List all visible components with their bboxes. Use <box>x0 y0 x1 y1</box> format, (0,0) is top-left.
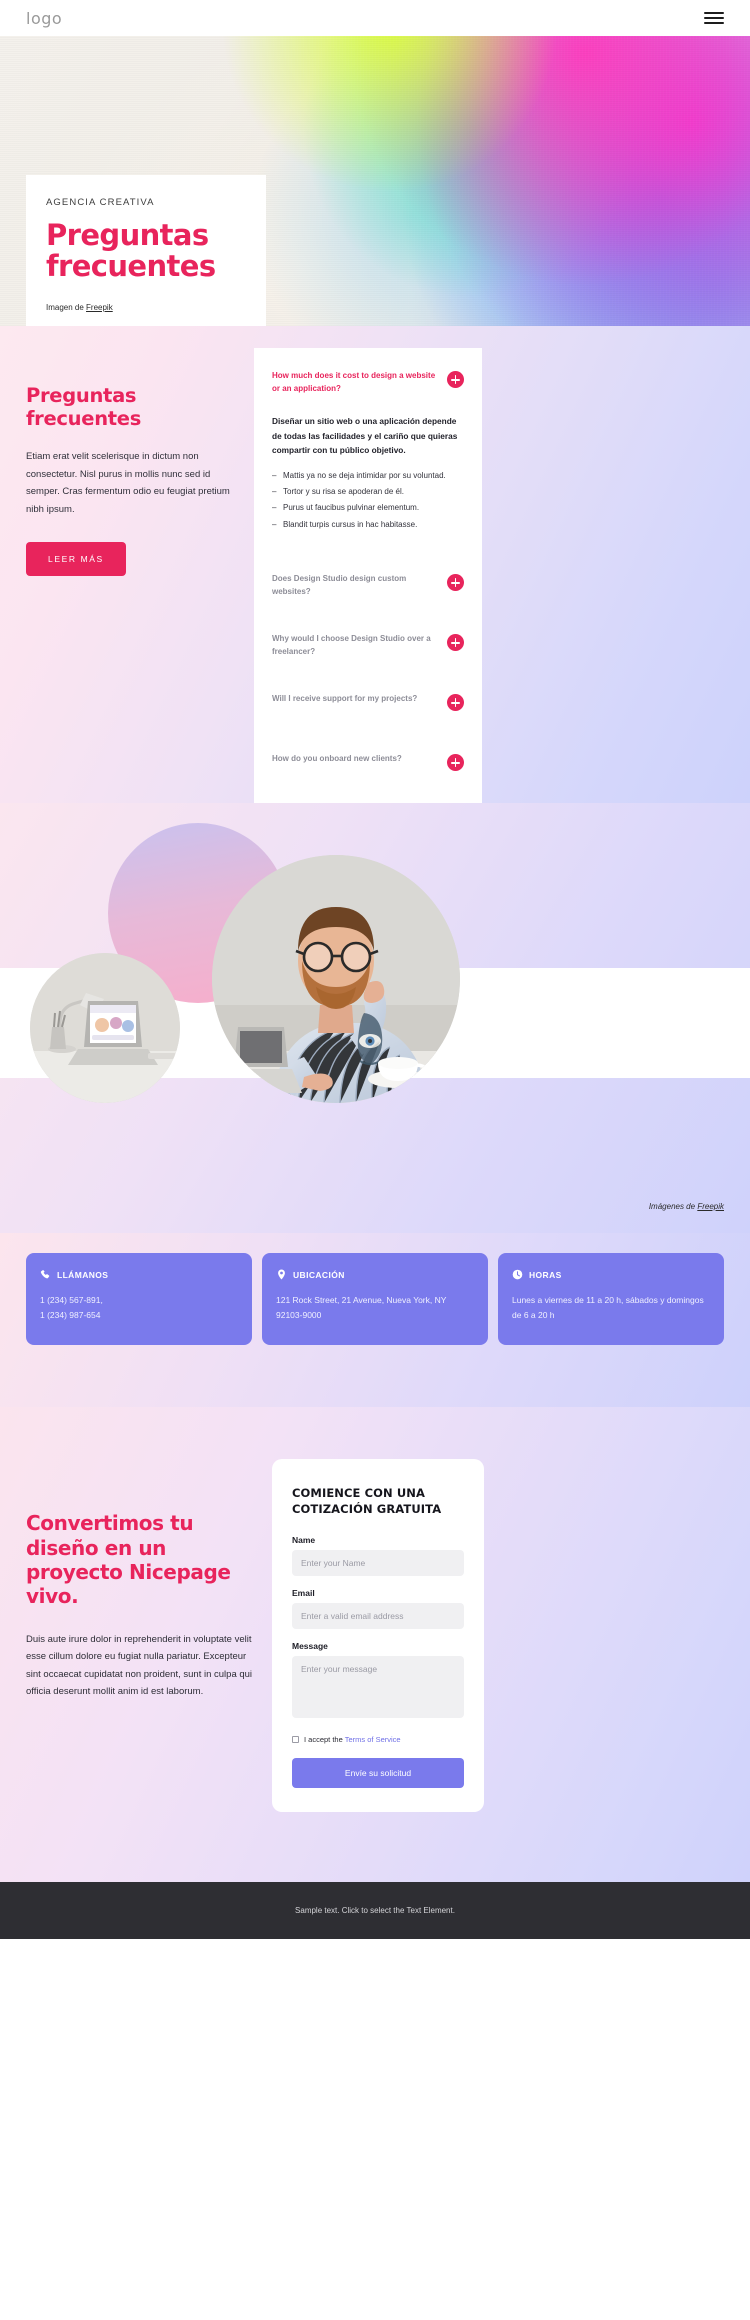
faq-toggle-plus-icon-4[interactable] <box>447 754 464 772</box>
faq-toggle-plus-icon-3[interactable] <box>447 694 464 712</box>
faq-bullet: Purus ut faucibus pulvinar elementum. <box>272 502 464 515</box>
photo-man-illustration <box>212 855 460 1104</box>
faq-divider <box>272 659 464 693</box>
hamburger-bar <box>704 22 724 24</box>
hamburger-menu-icon[interactable] <box>704 9 724 27</box>
faq-item-3[interactable]: Will I receive support for my projects? <box>272 693 464 719</box>
email-field-label: Email <box>292 1588 315 1599</box>
footer-text: Sample text. Click to select the Text El… <box>295 1906 455 1916</box>
hero-section: AGENCIA CREATIVA Preguntas frecuentes Im… <box>0 36 750 326</box>
faq-answer-lead-0: Diseñar un sitio web o una aplicación de… <box>272 416 458 456</box>
faq-section: Preguntas frecuentes Etiam erat velit sc… <box>0 326 750 804</box>
hamburger-bar <box>704 12 724 14</box>
message-textarea[interactable] <box>292 1656 464 1719</box>
site-footer: Sample text. Click to select the Text El… <box>0 1882 750 1940</box>
faq-question-2: Why would I choose Design Studio over a … <box>272 634 431 656</box>
hero-eyebrow: AGENCIA CREATIVA <box>46 197 155 209</box>
faq-item-0[interactable]: How much does it cost to design a websit… <box>272 370 464 539</box>
faq-question-row-2[interactable]: Why would I choose Design Studio over a … <box>272 633 464 659</box>
terms-of-service-link[interactable]: Terms of Service <box>345 1735 401 1744</box>
hero-credit-prefix: Imagen de <box>46 303 87 312</box>
faq-bullet: Tortor y su risa se apoderan de él. <box>272 486 464 499</box>
faq-divider <box>272 719 464 753</box>
contact-card-hours: HORAS Lunes a viernes de 11 a 20 h, sába… <box>498 1253 724 1346</box>
photos-credit-prefix: Imágenes de <box>648 1202 698 1212</box>
page-title: Preguntas frecuentes <box>46 220 246 281</box>
terms-prefix: I accept the <box>304 1735 345 1745</box>
hero-image-credit: Imagen de Freepik <box>46 303 246 312</box>
faq-item-4[interactable]: How do you onboard new clients? <box>272 753 464 779</box>
hero-title-line-1: Preguntas <box>46 218 209 253</box>
cta-paragraph: Duis aute irure dolor in reprehenderit i… <box>26 1633 253 1698</box>
hero-title-card: AGENCIA CREATIVA Preguntas frecuentes Im… <box>26 175 266 326</box>
faq-answer-bullets-0: Mattis ya no se deja intimidar por su vo… <box>272 470 464 532</box>
faq-heading: Preguntas frecuentes <box>26 384 142 430</box>
photos-section: Imágenes de Freepik <box>0 803 750 1234</box>
photos-credit: Imágenes de Freepik <box>649 1202 724 1211</box>
hamburger-bar <box>704 17 724 19</box>
cta-text-column: Convertimos tu diseño en un proyecto Nic… <box>26 1459 254 1701</box>
faq-lead-text: Etiam erat velit scelerisque in dictum n… <box>26 451 230 515</box>
site-logo[interactable]: logo <box>26 9 62 28</box>
contact-card-title: UBICACIÓN <box>293 1269 345 1280</box>
faq-intro-column: Preguntas frecuentes Etiam erat velit sc… <box>26 374 254 577</box>
quote-form-card: COMIENCE CON UNA COTIZACIÓN GRATUITA Nam… <box>272 1459 484 1813</box>
hero-title-line-2: frecuentes <box>46 248 216 283</box>
hero-credit-link[interactable]: Freepik <box>86 303 113 312</box>
contact-card-location: UBICACIÓN 121 Rock Street, 21 Avenue, Nu… <box>262 1253 488 1346</box>
name-input[interactable] <box>292 1550 464 1577</box>
name-field-label: Name <box>292 1535 316 1546</box>
contact-card-body: 1 (234) 567-891, 1 (234) 987-654 <box>40 1295 103 1320</box>
location-pin-icon <box>278 1269 285 1280</box>
faq-question-row-0[interactable]: How much does it cost to design a websit… <box>272 370 464 396</box>
email-input[interactable] <box>292 1603 464 1630</box>
contact-card-call-us: LLÁMANOS 1 (234) 567-891, 1 (234) 987-654 <box>26 1253 252 1346</box>
contact-card-title: HORAS <box>529 1269 562 1280</box>
faq-divider <box>272 539 464 573</box>
faq-accordion-panel: How much does it cost to design a websit… <box>254 348 482 804</box>
photo-desk-illustration <box>30 953 180 1104</box>
faq-item-1[interactable]: Does Design Studio design custom website… <box>272 573 464 599</box>
message-field-label: Message <box>292 1641 328 1652</box>
clock-icon <box>512 1269 523 1280</box>
faq-divider <box>272 599 464 633</box>
faq-answer-0: Diseñar un sitio web o una aplicación de… <box>272 396 464 539</box>
terms-checkbox[interactable] <box>292 1736 299 1744</box>
contact-card-body: Lunes a viernes de 11 a 20 h, sábados y … <box>512 1295 704 1320</box>
site-header: logo <box>0 0 750 36</box>
form-title: COMIENCE CON UNA COTIZACIÓN GRATUITA <box>292 1486 442 1517</box>
photo-man-at-desk <box>212 855 460 1104</box>
faq-question-0: How much does it cost to design a websit… <box>272 371 436 393</box>
cta-form-section: Convertimos tu diseño en un proyecto Nic… <box>0 1407 750 1883</box>
photo-desk-setup <box>30 953 180 1104</box>
faq-toggle-plus-icon-0[interactable] <box>447 371 464 388</box>
faq-item-2[interactable]: Why would I choose Design Studio over a … <box>272 633 464 659</box>
contact-card-title: LLÁMANOS <box>57 1269 109 1280</box>
faq-question-3: Will I receive support for my projects? <box>272 694 418 704</box>
faq-bullet: Blandit turpis cursus in hac habitasse. <box>272 519 464 532</box>
faq-question-row-1[interactable]: Does Design Studio design custom website… <box>272 573 464 599</box>
faq-question-1: Does Design Studio design custom website… <box>272 574 407 596</box>
faq-bullet: Mattis ya no se deja intimidar por su vo… <box>272 470 464 483</box>
faq-question-row-3[interactable]: Will I receive support for my projects? <box>272 693 464 719</box>
contact-card-body: 121 Rock Street, 21 Avenue, Nueva York, … <box>276 1295 447 1320</box>
faq-toggle-plus-icon-2[interactable] <box>447 634 464 652</box>
submit-request-button[interactable]: Envíe su solicitud <box>292 1758 464 1789</box>
faq-toggle-plus-icon-1[interactable] <box>447 574 464 592</box>
faq-question-row-4[interactable]: How do you onboard new clients? <box>272 753 464 779</box>
photos-credit-link[interactable]: Freepik <box>697 1202 724 1211</box>
read-more-button[interactable]: LEER MÁS <box>26 542 126 577</box>
faq-question-4: How do you onboard new clients? <box>272 754 402 764</box>
terms-accept-text: I accept the Terms of Service <box>304 1735 401 1744</box>
contact-cards-section: LLÁMANOS 1 (234) 567-891, 1 (234) 987-654… <box>0 1233 750 1408</box>
phone-icon <box>40 1270 50 1279</box>
terms-accept-row[interactable]: I accept the Terms of Service <box>292 1735 464 1744</box>
cta-title: Convertimos tu diseño en un proyecto Nic… <box>26 1511 231 1609</box>
